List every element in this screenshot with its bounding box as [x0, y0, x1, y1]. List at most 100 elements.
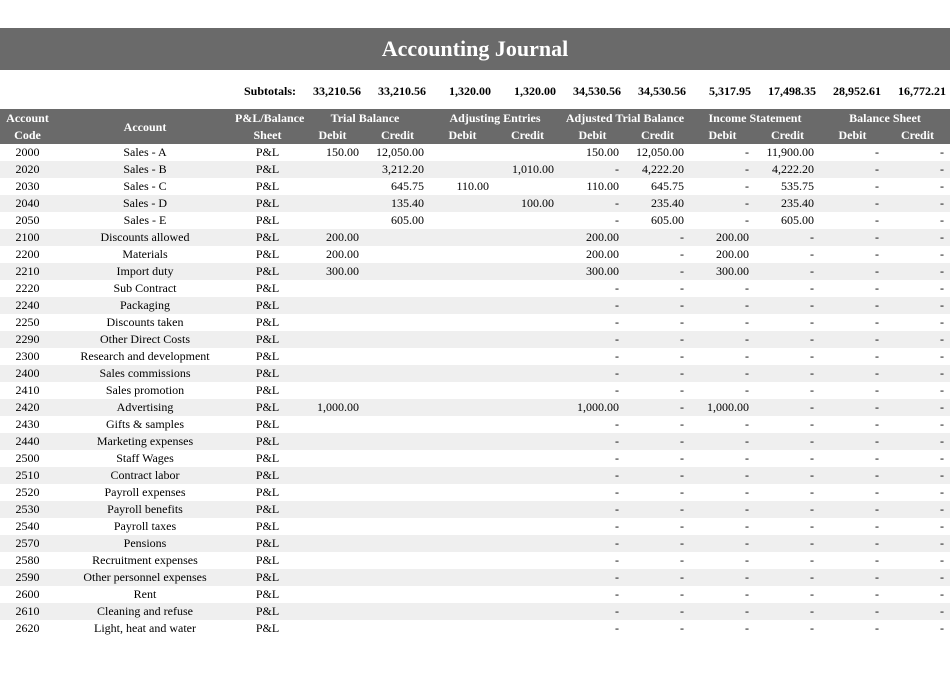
cell-account-code: 2020: [0, 162, 55, 177]
cell-value: -: [560, 451, 625, 466]
table-row: 2030Sales - CP&L645.75110.00110.00645.75…: [0, 178, 950, 195]
cell-value: -: [560, 553, 625, 568]
cell-value: -: [625, 434, 690, 449]
table-row: 2590Other personnel expensesP&L------: [0, 569, 950, 586]
cell-value: 605.00: [365, 213, 430, 228]
cell-value: -: [625, 553, 690, 568]
cell-value: 235.40: [625, 196, 690, 211]
table-row: 2300Research and developmentP&L------: [0, 348, 950, 365]
cell-account: Sales - A: [55, 145, 235, 160]
cell-value: -: [820, 230, 885, 245]
table-row: 2540Payroll taxesP&L------: [0, 518, 950, 535]
cell-value: -: [820, 553, 885, 568]
cell-plb: P&L: [235, 434, 300, 449]
col-account: Account: [55, 120, 235, 135]
cell-value: 150.00: [300, 145, 365, 160]
col-debit: Debit: [430, 128, 495, 143]
cell-account-code: 2420: [0, 400, 55, 415]
cell-value: 645.75: [365, 179, 430, 194]
cell-account: Pensions: [55, 536, 235, 551]
cell-value: -: [885, 145, 950, 160]
cell-account-code: 2040: [0, 196, 55, 211]
cell-value: -: [625, 298, 690, 313]
cell-value: -: [885, 213, 950, 228]
cell-value: 235.40: [755, 196, 820, 211]
cell-account-code: 2540: [0, 519, 55, 534]
cell-value: 150.00: [560, 145, 625, 160]
cell-value: -: [885, 570, 950, 585]
cell-value: -: [625, 604, 690, 619]
cell-value: -: [755, 536, 820, 551]
cell-value: -: [560, 281, 625, 296]
cell-value: -: [885, 553, 950, 568]
cell-value: -: [885, 247, 950, 262]
cell-value: -: [820, 400, 885, 415]
cell-value: -: [820, 417, 885, 432]
cell-account: Import duty: [55, 264, 235, 279]
table-row: 2500Staff WagesP&L------: [0, 450, 950, 467]
cell-value: -: [820, 451, 885, 466]
cell-account-code: 2430: [0, 417, 55, 432]
col-income-statement: Income Statement: [690, 111, 820, 126]
cell-value: -: [755, 247, 820, 262]
cell-value: -: [560, 434, 625, 449]
cell-value: -: [560, 366, 625, 381]
cell-account: Discounts allowed: [55, 230, 235, 245]
cell-value: -: [885, 315, 950, 330]
cell-account: Rent: [55, 587, 235, 602]
cell-account-code: 2510: [0, 468, 55, 483]
cell-value: -: [625, 400, 690, 415]
cell-plb: P&L: [235, 604, 300, 619]
table-row: 2400Sales commissionsP&L------: [0, 365, 950, 382]
cell-value: -: [820, 485, 885, 500]
col-debit: Debit: [560, 128, 625, 143]
cell-value: -: [690, 162, 755, 177]
col-plb-2: Sheet: [235, 128, 300, 143]
cell-plb: P&L: [235, 570, 300, 585]
cell-value: 11,900.00: [755, 145, 820, 160]
cell-account: Sales promotion: [55, 383, 235, 398]
cell-account: Sales - E: [55, 213, 235, 228]
subtotal-cell: 34,530.56: [560, 84, 625, 99]
col-debit: Debit: [820, 128, 885, 143]
subtotal-cell: 16,772.21: [885, 84, 950, 99]
cell-value: 200.00: [300, 230, 365, 245]
cell-account: Marketing expenses: [55, 434, 235, 449]
page-title: Accounting Journal: [0, 28, 950, 70]
cell-value: -: [820, 570, 885, 585]
cell-value: -: [755, 281, 820, 296]
cell-account: Cleaning and refuse: [55, 604, 235, 619]
cell-plb: P&L: [235, 247, 300, 262]
cell-value: -: [885, 196, 950, 211]
cell-account: Sales - D: [55, 196, 235, 211]
col-credit: Credit: [365, 128, 430, 143]
cell-value: -: [625, 281, 690, 296]
cell-value: -: [820, 264, 885, 279]
cell-value: -: [625, 468, 690, 483]
cell-value: -: [755, 451, 820, 466]
cell-value: 605.00: [755, 213, 820, 228]
cell-value: -: [820, 434, 885, 449]
cell-value: 300.00: [690, 264, 755, 279]
cell-value: -: [690, 332, 755, 347]
cell-value: -: [885, 366, 950, 381]
cell-value: 100.00: [495, 196, 560, 211]
cell-value: -: [690, 570, 755, 585]
cell-value: -: [560, 332, 625, 347]
cell-account-code: 2610: [0, 604, 55, 619]
table-row: 2620Light, heat and waterP&L------: [0, 620, 950, 637]
cell-plb: P&L: [235, 400, 300, 415]
cell-value: -: [820, 298, 885, 313]
cell-value: -: [885, 502, 950, 517]
cell-value: -: [690, 417, 755, 432]
cell-account: Recruitment expenses: [55, 553, 235, 568]
cell-value: -: [885, 383, 950, 398]
cell-account: Other personnel expenses: [55, 570, 235, 585]
cell-value: -: [885, 621, 950, 636]
cell-account-code: 2220: [0, 281, 55, 296]
cell-value: -: [690, 298, 755, 313]
cell-value: -: [885, 400, 950, 415]
cell-value: -: [885, 604, 950, 619]
cell-value: -: [820, 315, 885, 330]
cell-account-code: 2000: [0, 145, 55, 160]
